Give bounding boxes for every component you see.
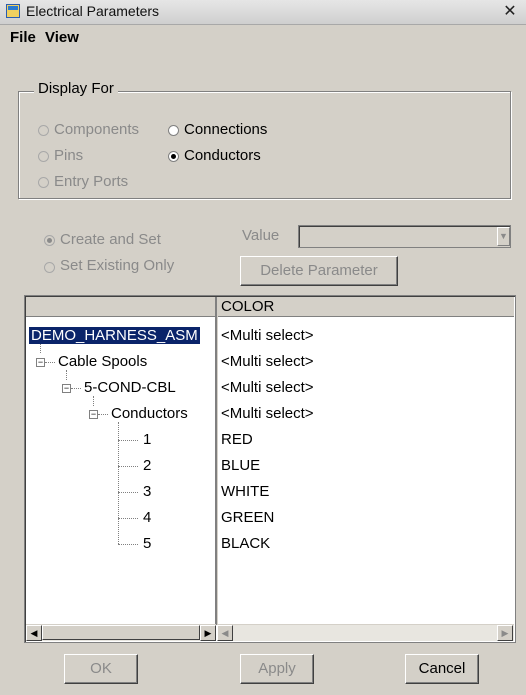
color-cell[interactable]: <Multi select>: [221, 327, 314, 344]
color-cell[interactable]: BLACK: [221, 535, 270, 552]
color-header-label: COLOR: [221, 298, 275, 315]
entry-ports-label: Entry Ports: [54, 173, 129, 190]
tree-node[interactable]: 5: [143, 535, 151, 552]
values-horizontal-scrollbar[interactable]: [217, 624, 514, 641]
value-label: Value: [242, 227, 280, 244]
pins-radio: [38, 151, 49, 162]
components-label: Components: [54, 121, 140, 138]
entry-ports-radio: [38, 177, 49, 188]
column-divider[interactable]: [215, 297, 218, 625]
tree-node[interactable]: 2: [143, 457, 151, 474]
tree-node-root[interactable]: DEMO_HARNESS_ASM: [29, 327, 200, 344]
tree-column-header[interactable]: [26, 297, 216, 317]
close-button[interactable]: ✕: [500, 2, 520, 22]
conductors-radio[interactable]: [168, 151, 179, 162]
color-cell[interactable]: <Multi select>: [221, 405, 314, 422]
value-combobox: [298, 225, 511, 248]
create-and-set-label: Create and Set: [60, 231, 161, 248]
collapse-icon[interactable]: −: [62, 384, 71, 393]
tree-node[interactable]: Conductors: [111, 405, 188, 422]
display-for-legend: Display For: [34, 80, 118, 97]
connections-label[interactable]: Connections: [184, 121, 267, 138]
set-existing-only-label: Set Existing Only: [60, 257, 175, 274]
color-cell[interactable]: BLUE: [221, 457, 260, 474]
connections-radio[interactable]: [168, 125, 179, 136]
collapse-icon[interactable]: −: [36, 358, 45, 367]
color-cell[interactable]: WHITE: [221, 483, 269, 500]
tree-node[interactable]: 3: [143, 483, 151, 500]
create-and-set-radio: [44, 235, 55, 246]
parameter-grid: [24, 295, 516, 643]
color-cell[interactable]: <Multi select>: [221, 353, 314, 370]
scroll-thumb[interactable]: [42, 625, 200, 640]
color-cell[interactable]: RED: [221, 431, 253, 448]
apply-button: Apply: [240, 654, 314, 684]
dropdown-arrow-icon: ▼: [497, 227, 510, 246]
delete-parameter-button: Delete Parameter: [240, 256, 398, 286]
menu-file[interactable]: File: [10, 29, 36, 46]
color-cell[interactable]: GREEN: [221, 509, 274, 526]
tree-node[interactable]: Cable Spools: [58, 353, 147, 370]
ok-button: OK: [64, 654, 138, 684]
set-existing-only-radio: [44, 262, 55, 273]
app-window-icon: [6, 4, 20, 18]
color-cell[interactable]: <Multi select>: [221, 379, 314, 396]
window-title: Electrical Parameters: [26, 3, 160, 19]
tree-node[interactable]: 1: [143, 431, 151, 448]
menu-view[interactable]: View: [45, 29, 79, 46]
scroll-left-icon: ◀: [217, 625, 233, 641]
cancel-button[interactable]: Cancel: [405, 654, 479, 684]
collapse-icon[interactable]: −: [89, 410, 98, 419]
tree-node[interactable]: 4: [143, 509, 151, 526]
scroll-right-icon[interactable]: ▶: [200, 625, 216, 641]
scroll-left-icon[interactable]: ◀: [26, 625, 42, 641]
pins-label: Pins: [54, 147, 84, 164]
conductors-label[interactable]: Conductors: [184, 147, 261, 164]
scroll-right-icon: ▶: [497, 625, 513, 641]
components-radio: [38, 125, 49, 136]
color-column-header[interactable]: COLOR: [217, 297, 514, 317]
tree-node[interactable]: 5-COND-CBL: [84, 379, 176, 396]
